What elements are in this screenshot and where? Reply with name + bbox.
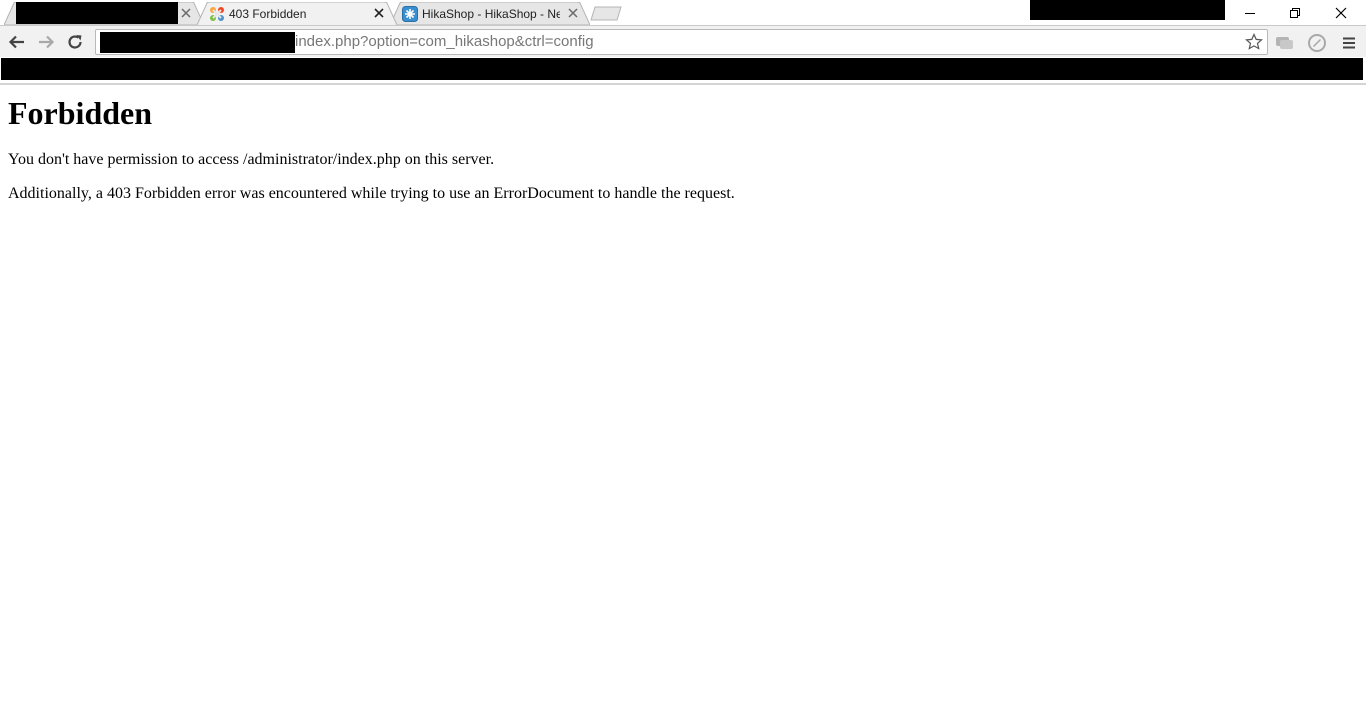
reload-button[interactable] — [63, 30, 87, 54]
restore-button[interactable] — [1272, 0, 1318, 25]
tab-403-forbidden[interactable]: 403 Forbidden — [197, 2, 397, 25]
redacted-bookmarks-bar — [1, 58, 1363, 80]
extension-chat-button[interactable] — [1275, 33, 1295, 53]
tab-redacted[interactable] — [4, 2, 204, 25]
close-window-button[interactable] — [1318, 0, 1364, 25]
new-tab-button[interactable] — [590, 6, 622, 21]
error-message: You don't have permission to access /adm… — [8, 151, 495, 168]
redacted-url-prefix — [100, 32, 295, 53]
tab-close-icon[interactable] — [566, 6, 580, 20]
restore-icon — [1290, 7, 1300, 18]
hamburger-menu-icon — [1343, 37, 1355, 49]
error-detail: Additionally, a 403 Forbidden error was … — [8, 185, 735, 202]
reload-icon — [68, 35, 82, 49]
menu-button[interactable] — [1339, 33, 1359, 53]
back-button[interactable] — [5, 30, 29, 54]
new-tab-icon — [590, 6, 622, 21]
tab-strip: HikaShop - HikaShop - Ne 403 Forbidden — [0, 0, 1366, 25]
compass-icon — [1308, 34, 1326, 52]
page-content: Forbidden You don't have permission to a… — [0, 85, 1366, 728]
forward-button[interactable] — [34, 30, 58, 54]
star-icon — [1245, 33, 1263, 50]
bookmark-star-button[interactable] — [1245, 33, 1263, 51]
close-icon — [1335, 7, 1347, 18]
url-text: index.php?option=com_hikashop&ctrl=confi… — [295, 33, 594, 50]
minimize-button[interactable] — [1227, 0, 1273, 25]
tab-close-icon[interactable] — [372, 6, 386, 20]
tab-title: 403 Forbidden — [229, 6, 307, 21]
hikashop-icon — [402, 5, 418, 22]
minimize-icon — [1245, 12, 1255, 14]
browser-toolbar: index.php?option=com_hikashop&ctrl=confi… — [0, 25, 1366, 57]
chat-bubble-icon — [1276, 37, 1293, 49]
joomla-icon — [209, 6, 225, 22]
extension-compass-button[interactable] — [1307, 33, 1327, 53]
back-arrow-icon — [8, 35, 24, 49]
page-title: Forbidden — [8, 95, 153, 131]
tab-hikashop[interactable]: HikaShop - HikaShop - Ne — [390, 2, 590, 25]
tab-close-icon[interactable] — [179, 6, 193, 20]
redacted-tab-title — [16, 2, 178, 24]
forward-arrow-icon — [39, 35, 55, 49]
redacted-profile — [1030, 0, 1225, 20]
tab-title: HikaShop - HikaShop - Ne — [422, 6, 560, 21]
address-bar[interactable]: index.php?option=com_hikashop&ctrl=confi… — [95, 29, 1268, 55]
